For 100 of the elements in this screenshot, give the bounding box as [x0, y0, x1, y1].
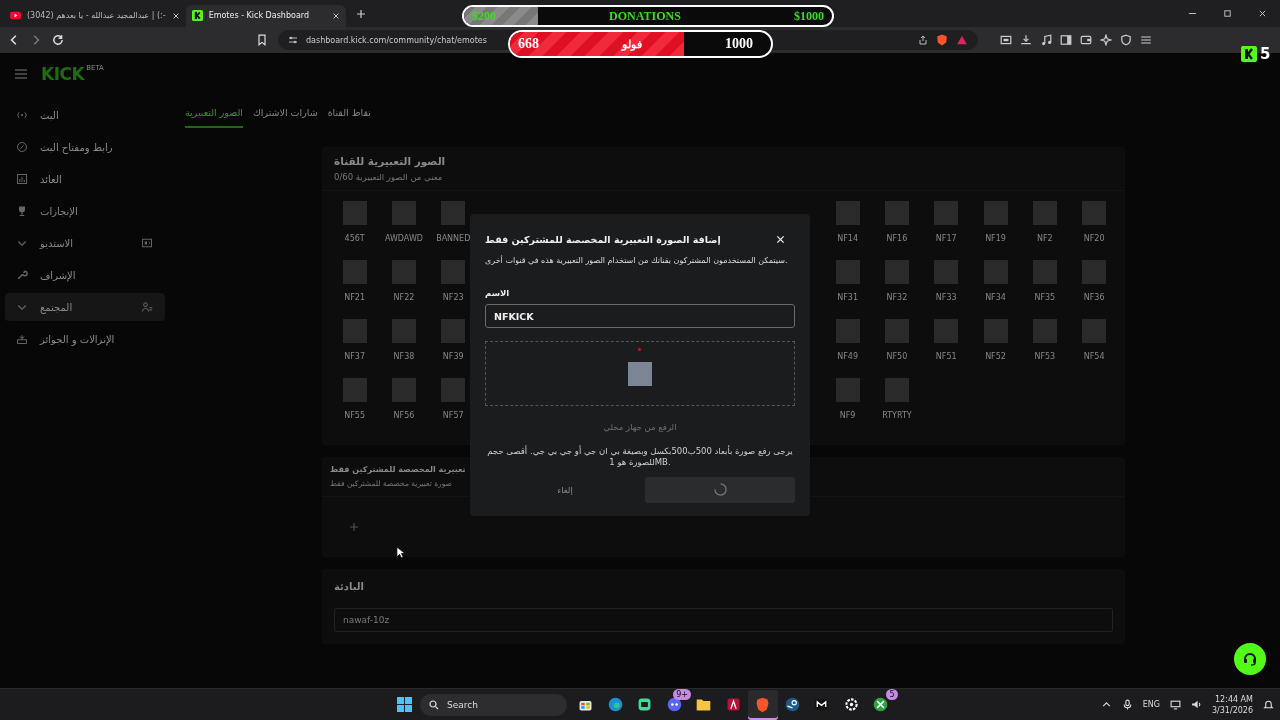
emote-name: NF35	[1034, 293, 1056, 302]
emote-name: NF36	[1083, 293, 1105, 302]
search-field[interactable]: Search	[420, 693, 567, 716]
clock-time[interactable]: 12:44 AM	[1215, 693, 1253, 705]
volume-icon[interactable]	[1190, 699, 1202, 710]
sidebar-item[interactable]: الإنزالات و الجوائز	[5, 325, 165, 353]
sidebar-item[interactable]: المجتمع	[5, 293, 165, 321]
windows-icon[interactable]	[397, 697, 412, 712]
menu-icon[interactable]	[1140, 34, 1152, 46]
follower-goal: 1000	[725, 36, 753, 52]
emote-name: 456T	[344, 234, 365, 243]
sidebar-item[interactable]: العائد	[5, 165, 165, 193]
people-icon	[141, 301, 153, 313]
emote-name: NF39	[442, 352, 464, 361]
broadcast-icon	[16, 109, 28, 121]
wrench-icon	[16, 269, 28, 281]
emote-name: AWDAWD	[384, 234, 423, 243]
add-icon[interactable]	[349, 522, 359, 532]
emote-name: NF17	[935, 234, 957, 243]
close-icon[interactable]	[171, 11, 180, 20]
trophy-icon	[16, 205, 28, 217]
photo-placeholder	[628, 361, 652, 386]
sidebar-item[interactable]: رابط ومفتاح البث	[5, 133, 165, 161]
emote-name: NF23	[442, 293, 464, 302]
emote-name: NF22	[393, 293, 415, 302]
download-icon[interactable]	[1020, 34, 1032, 46]
wallet-icon[interactable]	[1080, 34, 1092, 46]
dialog-description: سيتمكن المستخدمون المشتركون بقناتك من استخدام الصور التعبيرية هذه في قنوات أخرى.	[485, 256, 789, 267]
sparkle-icon[interactable]	[1100, 34, 1112, 46]
emote-name: NF20	[1083, 234, 1105, 243]
triangle-icon[interactable]	[956, 34, 968, 46]
emote-name: NF33	[935, 293, 957, 302]
spinner-icon	[713, 483, 727, 497]
panel-icon	[141, 237, 153, 249]
gear-icon	[842, 696, 860, 713]
prefix-input[interactable]: nawaf-10z	[334, 608, 1113, 632]
section-title: تعبيرية المخصصة للمشتركين فقط	[330, 465, 467, 474]
help-button[interactable]	[1234, 643, 1266, 675]
restore-icon[interactable]	[1223, 9, 1232, 18]
monitor-icon[interactable]	[1169, 699, 1181, 710]
clock-date[interactable]: 3/31/2026	[1211, 704, 1253, 716]
notification-badge: 5	[886, 688, 898, 700]
notification-badge: 9+	[673, 688, 691, 700]
emote-name: NF57	[442, 411, 464, 420]
emote-name: NF51	[935, 352, 957, 361]
close-icon[interactable]	[331, 11, 340, 20]
language-indicator[interactable]: ENG	[1142, 700, 1160, 709]
overlay-count: 5	[1260, 45, 1271, 63]
link-icon	[16, 141, 28, 153]
section-title: البادئة	[334, 581, 365, 592]
tab[interactable]: الصور التعبيرية	[185, 103, 243, 128]
shield-icon[interactable]	[936, 34, 948, 46]
chat-app-icon	[665, 696, 683, 713]
tab[interactable]: نقاط القناة	[327, 103, 371, 128]
sidebar-item[interactable]: الإشراف	[5, 261, 165, 289]
section-subtitle: 0/60 معني من الصور التعبيرية	[334, 172, 444, 182]
emote-name: NF55	[344, 411, 366, 420]
taskbar-app[interactable]: 9+	[659, 689, 689, 720]
emote-name: NF21	[344, 293, 366, 302]
music-icon[interactable]	[1040, 34, 1052, 46]
app-icon	[813, 696, 831, 713]
donation-goal: $1000	[794, 8, 824, 24]
upload-dropzone[interactable]	[485, 341, 795, 407]
taskbar-app[interactable]: 5	[866, 689, 896, 720]
sidebar-icon[interactable]	[1060, 34, 1072, 46]
new-tab-icon[interactable]	[355, 8, 366, 19]
emote-name: NF37	[344, 352, 366, 361]
name-input[interactable]: NFKICK	[485, 304, 795, 329]
game-icon	[872, 696, 890, 713]
follower-count: 668	[518, 36, 539, 52]
sidebar-item[interactable]: الإنجازات	[5, 197, 165, 225]
sidebar-item[interactable]: البث	[5, 101, 165, 129]
donation-start: $200	[472, 8, 496, 24]
emote-name: NF38	[393, 352, 415, 361]
window-icon[interactable]	[1000, 34, 1012, 46]
browser-tab[interactable]: (3042) عبدالمجيد عبدالله - يا بعدهم | (:-	[4, 4, 186, 27]
share-icon[interactable]	[918, 35, 928, 45]
taskbar-app[interactable]	[748, 689, 778, 720]
reload-icon[interactable]	[52, 34, 64, 46]
tab[interactable]: شارات الاشتراك	[253, 103, 318, 128]
emote-name: NF9	[839, 411, 856, 420]
chart-icon	[16, 173, 28, 185]
play-icon	[10, 10, 21, 21]
browser-icon	[606, 696, 624, 713]
microphone-icon[interactable]	[1121, 699, 1133, 710]
bookmark-icon[interactable]	[256, 34, 268, 46]
browser-tab[interactable]: Emotes - Kick Dashboard	[185, 4, 346, 27]
bell-icon[interactable]	[1263, 699, 1274, 710]
menu-icon[interactable]	[15, 69, 27, 79]
donation-title: DONATIONS	[609, 8, 681, 24]
dialog-title: إضافة الصورة التعبيرية المخصصة للمشتركين فقط	[485, 234, 721, 245]
dot-icon	[638, 348, 641, 352]
emote-name: NF56	[393, 411, 415, 420]
shield-icon[interactable]	[1120, 34, 1132, 46]
field-label: الاسم	[485, 288, 511, 299]
sidebar-item[interactable]: الاستديو	[5, 229, 165, 257]
app-icon	[783, 696, 801, 713]
close-icon[interactable]	[1258, 9, 1267, 18]
folder-icon	[695, 696, 713, 713]
emote-name: NF2	[1036, 234, 1053, 243]
